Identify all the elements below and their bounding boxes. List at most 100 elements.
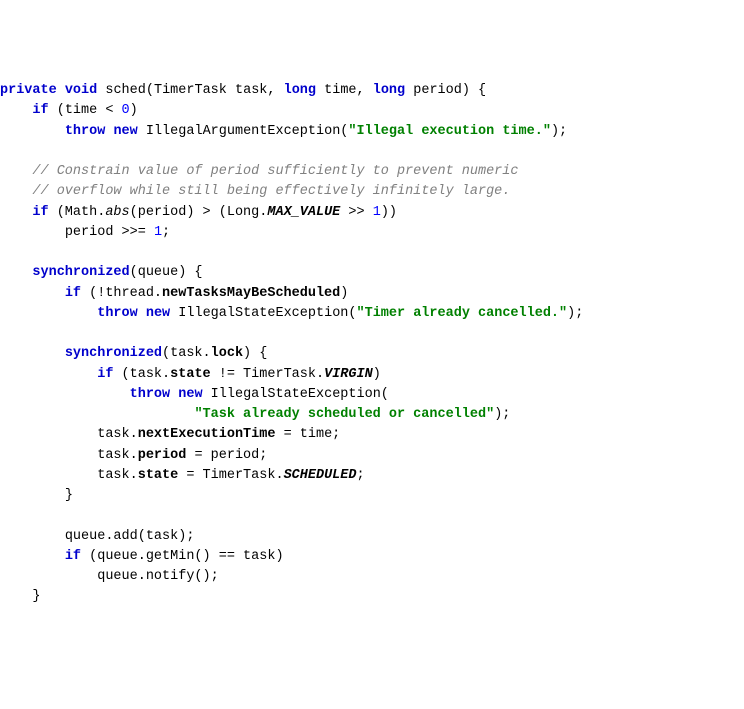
text: (task.: [113, 367, 170, 382]
keyword-throw: throw: [97, 306, 138, 321]
property: state: [138, 468, 179, 483]
keyword-if: if: [65, 549, 81, 564]
property: state: [170, 367, 211, 382]
keyword-void: void: [65, 83, 97, 98]
text: (queue) {: [130, 265, 203, 280]
keyword-long: long: [373, 83, 405, 98]
end: );: [494, 407, 510, 422]
code-line: synchronized(queue) {: [0, 263, 744, 283]
code-line: throw new IllegalStateException("Timer a…: [0, 304, 744, 324]
constant: MAX_VALUE: [267, 205, 340, 220]
number: 1: [154, 225, 162, 240]
code-line: period >>= 1;: [0, 223, 744, 243]
constant: SCHEDULED: [284, 468, 357, 483]
text: (period) > (Long.: [130, 205, 268, 220]
property: nextExecutionTime: [138, 427, 276, 442]
code-line: throw new IllegalStateException(: [0, 385, 744, 405]
number: 1: [373, 205, 381, 220]
paren: ): [373, 367, 381, 382]
code-line: [0, 243, 744, 263]
string-literal: "Timer already cancelled.": [357, 306, 568, 321]
comment: // Constrain value of period sufficientl…: [32, 164, 518, 179]
code-line: queue.notify();: [0, 567, 744, 587]
keyword-if: if: [97, 367, 113, 382]
keyword-new: new: [113, 124, 137, 139]
code-line: if (Math.abs(period) > (Long.MAX_VALUE >…: [0, 203, 744, 223]
text: task.: [97, 448, 138, 463]
exception-class: IllegalArgumentException(: [146, 124, 349, 139]
code-line: if (time < 0): [0, 101, 744, 121]
property: period: [138, 448, 187, 463]
end: );: [551, 124, 567, 139]
text: task.: [97, 468, 138, 483]
text: (Math.: [49, 205, 106, 220]
paren: ): [340, 286, 348, 301]
param: time: [324, 83, 356, 98]
text: (!thread.: [81, 286, 162, 301]
code-line: if (queue.getMin() == task): [0, 547, 744, 567]
text: task.: [97, 427, 138, 442]
property: newTasksMayBeScheduled: [162, 286, 340, 301]
string-literal: "Illegal execution time.": [348, 124, 551, 139]
keyword-if: if: [65, 286, 81, 301]
comment: // overflow while still being effectivel…: [32, 184, 510, 199]
constant: VIRGIN: [324, 367, 373, 382]
text: = TimerTask.: [178, 468, 283, 483]
keyword-synchronized: synchronized: [65, 346, 162, 361]
text: >>: [340, 205, 372, 220]
brace: }: [65, 488, 73, 503]
keyword-long: long: [284, 83, 316, 98]
code-line: if (task.state != TimerTask.VIRGIN): [0, 365, 744, 385]
text: ) {: [243, 346, 267, 361]
keyword-throw: throw: [65, 124, 106, 139]
code-line: private void sched(TimerTask task, long …: [0, 81, 744, 101]
code-line: if (!thread.newTasksMayBeScheduled): [0, 284, 744, 304]
text: = period;: [186, 448, 267, 463]
text: queue.notify();: [97, 569, 219, 584]
param: task: [235, 83, 267, 98]
string-literal: "Task already scheduled or cancelled": [194, 407, 494, 422]
exception-class: IllegalStateException(: [211, 387, 389, 402]
code-line: [0, 324, 744, 344]
brace: }: [32, 589, 40, 604]
paren: ): [130, 103, 138, 118]
text: period >>=: [65, 225, 154, 240]
text: (queue.getMin() == task): [81, 549, 284, 564]
exception-class: IllegalStateException(: [178, 306, 356, 321]
code-line: task.state = TimerTask.SCHEDULED;: [0, 466, 744, 486]
type: TimerTask: [154, 83, 227, 98]
keyword-if: if: [32, 205, 48, 220]
keyword-new: new: [146, 306, 170, 321]
property: lock: [211, 346, 243, 361]
code-line: // overflow while still being effectivel…: [0, 182, 744, 202]
cond: (time <: [57, 103, 122, 118]
method-name: sched: [105, 83, 146, 98]
code-line: [0, 142, 744, 162]
code-line: throw new IllegalArgumentException("Ille…: [0, 122, 744, 142]
text: != TimerTask.: [211, 367, 324, 382]
code-block: private void sched(TimerTask task, long …: [0, 81, 744, 608]
keyword-private: private: [0, 83, 57, 98]
code-line: [0, 506, 744, 526]
text: (task.: [162, 346, 211, 361]
code-line: task.period = period;: [0, 446, 744, 466]
code-line: synchronized(task.lock) {: [0, 344, 744, 364]
paren: )): [381, 205, 397, 220]
end: );: [567, 306, 583, 321]
keyword-synchronized: synchronized: [32, 265, 129, 280]
text: queue.add(task);: [65, 529, 195, 544]
code-line: task.nextExecutionTime = time;: [0, 425, 744, 445]
keyword-new: new: [178, 387, 202, 402]
code-line: }: [0, 587, 744, 607]
static-call: abs: [105, 205, 129, 220]
code-line: // Constrain value of period sufficientl…: [0, 162, 744, 182]
code-line: }: [0, 486, 744, 506]
keyword-throw: throw: [130, 387, 171, 402]
semi: ;: [357, 468, 365, 483]
text: = time;: [275, 427, 340, 442]
number: 0: [122, 103, 130, 118]
param: period: [413, 83, 462, 98]
semi: ;: [162, 225, 170, 240]
keyword-if: if: [32, 103, 48, 118]
code-line: "Task already scheduled or cancelled");: [0, 405, 744, 425]
